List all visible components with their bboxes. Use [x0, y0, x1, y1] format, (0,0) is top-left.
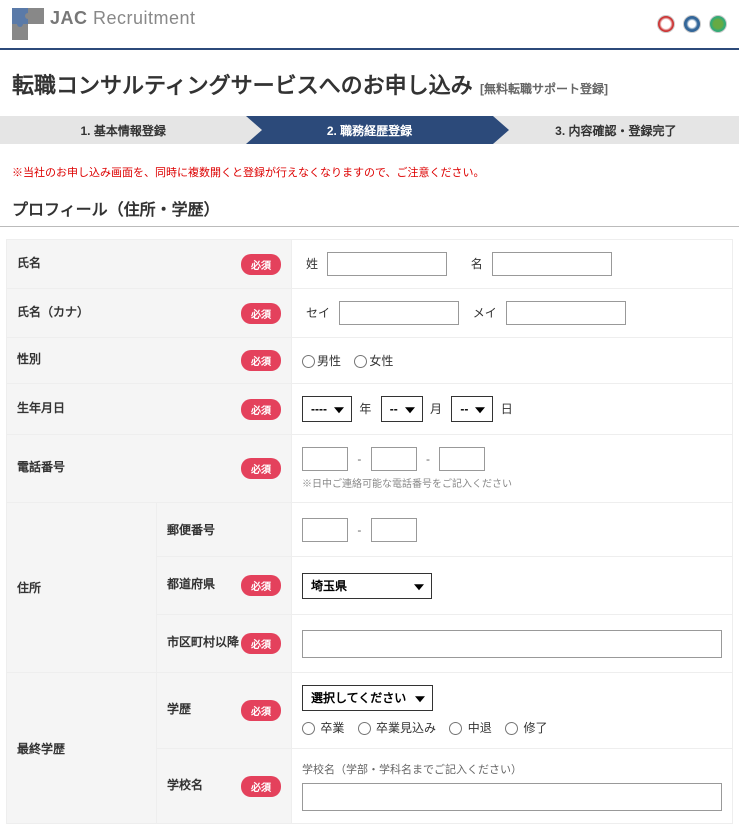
required-badge: 必須: [241, 575, 281, 596]
radio-chutai-label[interactable]: 中退: [449, 721, 491, 735]
input-postal-1[interactable]: [302, 518, 348, 542]
page-title: 転職コンサルティングサービスへのお申し込み: [12, 73, 473, 98]
required-badge: 必須: [241, 350, 281, 371]
select-prefecture[interactable]: 埼玉県: [302, 573, 432, 599]
cell-name-kana: セイ メイ: [292, 289, 733, 338]
radio-mikomi[interactable]: [358, 722, 371, 735]
input-sei[interactable]: [327, 252, 447, 276]
input-sei-kana[interactable]: [339, 301, 459, 325]
step-2-active: 2. 職務経歴登録: [246, 116, 492, 144]
cell-gender: 男性 女性: [292, 338, 733, 384]
radio-sotsugyo-label[interactable]: 卒業: [302, 721, 344, 735]
input-school[interactable]: [302, 783, 722, 811]
label-address: 住所: [7, 503, 157, 673]
label-sei-kana: セイ: [306, 306, 330, 320]
radio-male-label[interactable]: 男性: [302, 354, 341, 368]
radio-male[interactable]: [302, 355, 315, 368]
input-city[interactable]: [302, 630, 722, 658]
cell-school: 学校名（学部・学科名までご記入ください）: [292, 749, 733, 824]
cert-icon-2: [683, 15, 701, 33]
warning-text: ※当社のお申し込み画面を、同時に複数開くと登録が行えなくなりますので、ご注意くだ…: [0, 164, 739, 196]
header: JAC Recruitment: [0, 0, 739, 50]
label-phone: 電話番号 必須: [7, 435, 292, 503]
label-education: 最終学歴: [7, 673, 157, 824]
radio-mikomi-label[interactable]: 卒業見込み: [358, 721, 436, 735]
required-badge: 必須: [241, 633, 281, 654]
radio-shuryo[interactable]: [505, 722, 518, 735]
required-badge: 必須: [241, 399, 281, 420]
input-mei[interactable]: [492, 252, 612, 276]
label-mei: 名: [471, 257, 483, 271]
select-day[interactable]: --: [451, 396, 493, 422]
cert-icon-1: [657, 15, 675, 33]
input-postal-2[interactable]: [371, 518, 417, 542]
label-name-kana: 氏名（カナ） 必須: [7, 289, 292, 338]
cell-phone: - - ※日中ご連絡可能な電話番号をご記入ください: [292, 435, 733, 503]
input-phone-2[interactable]: [371, 447, 417, 471]
cell-prefecture: 埼玉県: [292, 557, 733, 615]
required-badge: 必須: [241, 776, 281, 797]
label-city: 市区町村以降 必須: [157, 615, 292, 673]
cell-birthdate: ---- 年 -- 月 -- 日: [292, 384, 733, 435]
label-name: 氏名 必須: [7, 240, 292, 289]
header-cert-icons: [657, 15, 727, 33]
label-birthdate: 生年月日 必須: [7, 384, 292, 435]
note-phone: ※日中ご連絡可能な電話番号をご記入ください: [302, 475, 722, 490]
label-school: 学校名 必須: [157, 749, 292, 824]
required-badge: 必須: [241, 303, 281, 324]
select-month[interactable]: --: [381, 396, 423, 422]
radio-sotsugyo[interactable]: [302, 722, 315, 735]
page-subtitle: [無料転職サポート登録]: [480, 82, 608, 96]
logo-text: JAC Recruitment: [50, 8, 196, 29]
label-mei-kana: メイ: [473, 306, 497, 320]
label-prefecture: 都道府県 必須: [157, 557, 292, 615]
label-sei: 姓: [306, 257, 318, 271]
section-title-profile: プロフィール（住所・学歴）: [0, 196, 739, 227]
input-mei-kana[interactable]: [506, 301, 626, 325]
cert-icon-3: [709, 15, 727, 33]
page-title-block: 転職コンサルティングサービスへのお申し込み [無料転職サポート登録]: [0, 50, 739, 116]
cell-degree: 選択してください 卒業 卒業見込み 中退 修了: [292, 673, 733, 749]
cell-city: [292, 615, 733, 673]
cell-name: 姓 名: [292, 240, 733, 289]
label-postal: 郵便番号: [157, 503, 292, 557]
note-school: 学校名（学部・学科名までご記入ください）: [302, 761, 722, 777]
logo-puzzle-icon: [12, 8, 44, 40]
radio-female[interactable]: [354, 355, 367, 368]
select-degree[interactable]: 選択してください: [302, 685, 433, 711]
radio-shuryo-label[interactable]: 修了: [505, 721, 547, 735]
select-year[interactable]: ----: [302, 396, 352, 422]
progress-steps: 1. 基本情報登録 2. 職務経歴登録 3. 内容確認・登録完了: [0, 116, 739, 144]
label-gender: 性別 必須: [7, 338, 292, 384]
required-badge: 必須: [241, 700, 281, 721]
step-1: 1. 基本情報登録: [0, 116, 246, 144]
label-degree: 学歴 必須: [157, 673, 292, 749]
radio-chutai[interactable]: [449, 722, 462, 735]
profile-form-table: 氏名 必須 姓 名 氏名（カナ） 必須 セイ メイ: [6, 239, 733, 824]
required-badge: 必須: [241, 458, 281, 479]
required-badge: 必須: [241, 254, 281, 275]
cell-postal: -: [292, 503, 733, 557]
step-3: 3. 内容確認・登録完了: [493, 116, 739, 144]
radio-female-label[interactable]: 女性: [354, 354, 393, 368]
input-phone-3[interactable]: [439, 447, 485, 471]
input-phone-1[interactable]: [302, 447, 348, 471]
logo: JAC Recruitment: [12, 8, 196, 40]
